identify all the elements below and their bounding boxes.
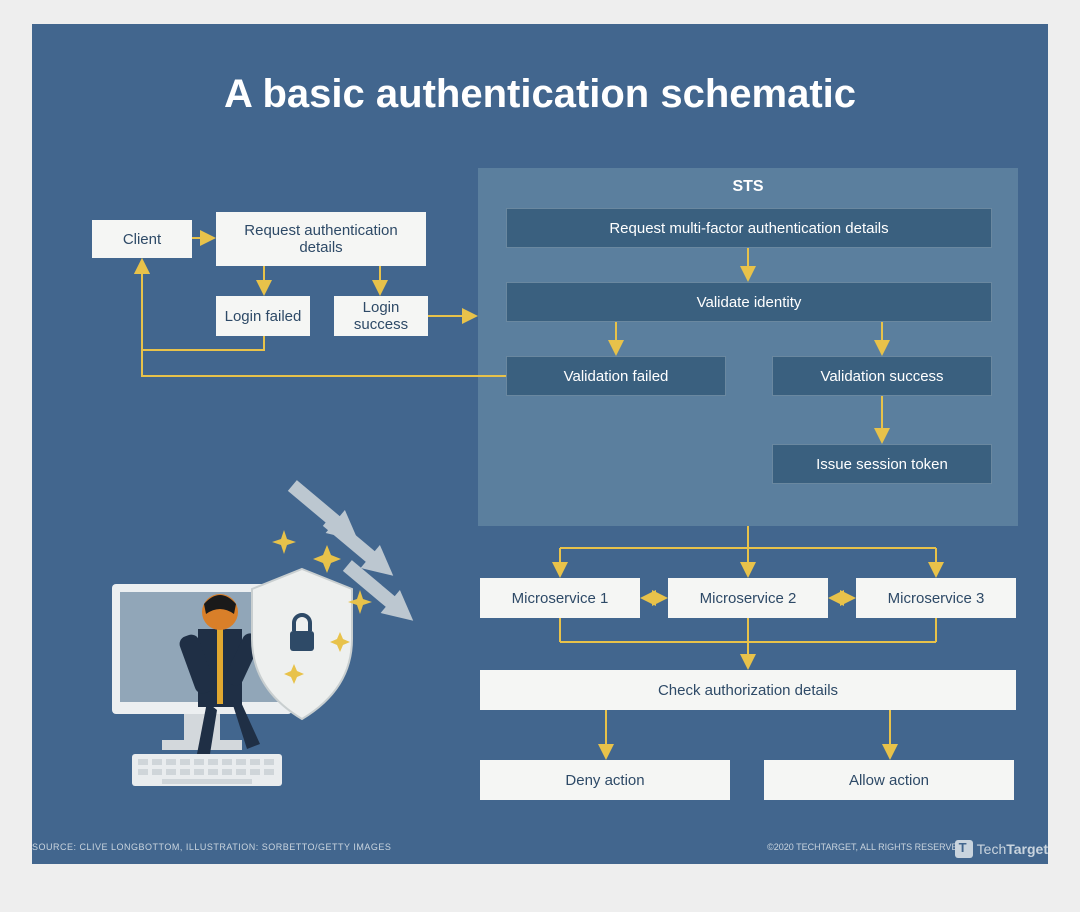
logo-badge-icon <box>955 840 973 858</box>
copyright-text: ©2020 TECHTARGET, ALL RIGHTS RESERVED <box>767 842 964 852</box>
allow-action-box: Allow action <box>764 760 1014 800</box>
diagram-canvas: A basic authentication schematic STS Cli… <box>32 24 1048 864</box>
source-credit: SOURCE: CLIVE LONGBOTTOM, ILLUSTRATION: … <box>32 842 391 852</box>
microservice-2-box: Microservice 2 <box>668 578 828 618</box>
microservice-3-box: Microservice 3 <box>856 578 1016 618</box>
security-shield-illustration <box>72 454 432 794</box>
validation-success-box: Validation success <box>772 356 992 396</box>
microservice-1-box: Microservice 1 <box>480 578 640 618</box>
mfa-box: Request multi-factor authentication deta… <box>506 208 992 248</box>
logo-text: TechTarget <box>977 841 1048 857</box>
issue-token-box: Issue session token <box>772 444 992 484</box>
client-box: Client <box>92 220 192 258</box>
validate-identity-box: Validate identity <box>506 282 992 322</box>
sts-panel-title: STS <box>478 178 1018 196</box>
deny-action-box: Deny action <box>480 760 730 800</box>
request-auth-box: Request authentication details <box>216 212 426 266</box>
validation-failed-box: Validation failed <box>506 356 726 396</box>
check-authorization-box: Check authorization details <box>480 670 1016 710</box>
diagram-title: A basic authentication schematic <box>32 72 1048 117</box>
login-success-box: Login success <box>334 296 428 336</box>
techtarget-logo: TechTarget <box>955 840 1048 858</box>
login-failed-box: Login failed <box>216 296 310 336</box>
